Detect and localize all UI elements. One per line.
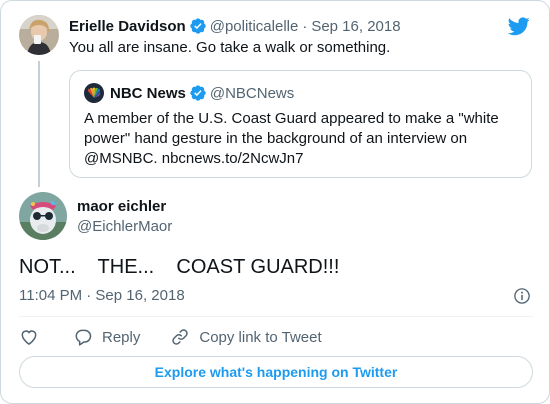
header-separator: · (302, 17, 308, 35)
copy-link-button[interactable]: Copy link to Tweet (170, 327, 322, 347)
embedded-tweet-card: Erielle Davidson @politicalelle · Sep 16… (0, 0, 550, 404)
maor-avatar[interactable] (19, 192, 67, 240)
erielle-avatar[interactable] (19, 15, 59, 55)
main-author-handle[interactable]: @EichlerMaor (77, 218, 172, 235)
parent-author-name[interactable]: Erielle Davidson (69, 18, 186, 35)
quoted-tweet-text: A member of the U.S. Coast Guard appeare… (84, 110, 499, 167)
link-icon (172, 329, 189, 345)
parent-tweet-date[interactable]: Sep 16, 2018 (311, 18, 400, 35)
quoted-tweet-header: NBC News @NBCNews (84, 83, 294, 103)
explore-twitter-button[interactable]: Explore what's happening on Twitter (19, 356, 533, 388)
parent-tweet-header: Erielle Davidson @politicalelle · Sep 16… (69, 15, 401, 37)
tweet-actions-bar: Reply Copy link to Tweet (19, 326, 322, 348)
copy-link-label: Copy link to Tweet (199, 328, 322, 346)
quoted-tweet[interactable]: NBC News @NBCNews A member of the U.S. C… (69, 70, 532, 178)
reply-label: Reply (102, 328, 141, 346)
reply-button[interactable]: Reply (73, 327, 140, 347)
parent-author-handle[interactable]: @politicalelle (210, 18, 299, 35)
main-tweet-timestamp[interactable]: 11:04 PM · Sep 16, 2018 (19, 287, 185, 304)
main-author-name[interactable]: maor eichler (77, 198, 166, 215)
verified-badge-icon (190, 85, 206, 101)
verified-badge-icon (190, 18, 206, 34)
reply-icon (75, 329, 92, 346)
info-icon[interactable] (513, 287, 531, 305)
thread-connector-line (38, 61, 40, 187)
heart-icon (21, 330, 37, 345)
main-tweet-text: NOT... THE... COAST GUARD!!! (19, 256, 340, 278)
like-button[interactable] (19, 327, 39, 347)
nbc-peacock-icon (84, 83, 104, 103)
actions-divider (19, 316, 533, 317)
parent-tweet-text: You all are insane. Go take a walk or so… (69, 39, 391, 56)
quoted-author-name[interactable]: NBC News (110, 85, 186, 102)
quoted-author-handle[interactable]: @NBCNews (210, 85, 294, 102)
twitter-bird-icon[interactable] (507, 15, 531, 37)
